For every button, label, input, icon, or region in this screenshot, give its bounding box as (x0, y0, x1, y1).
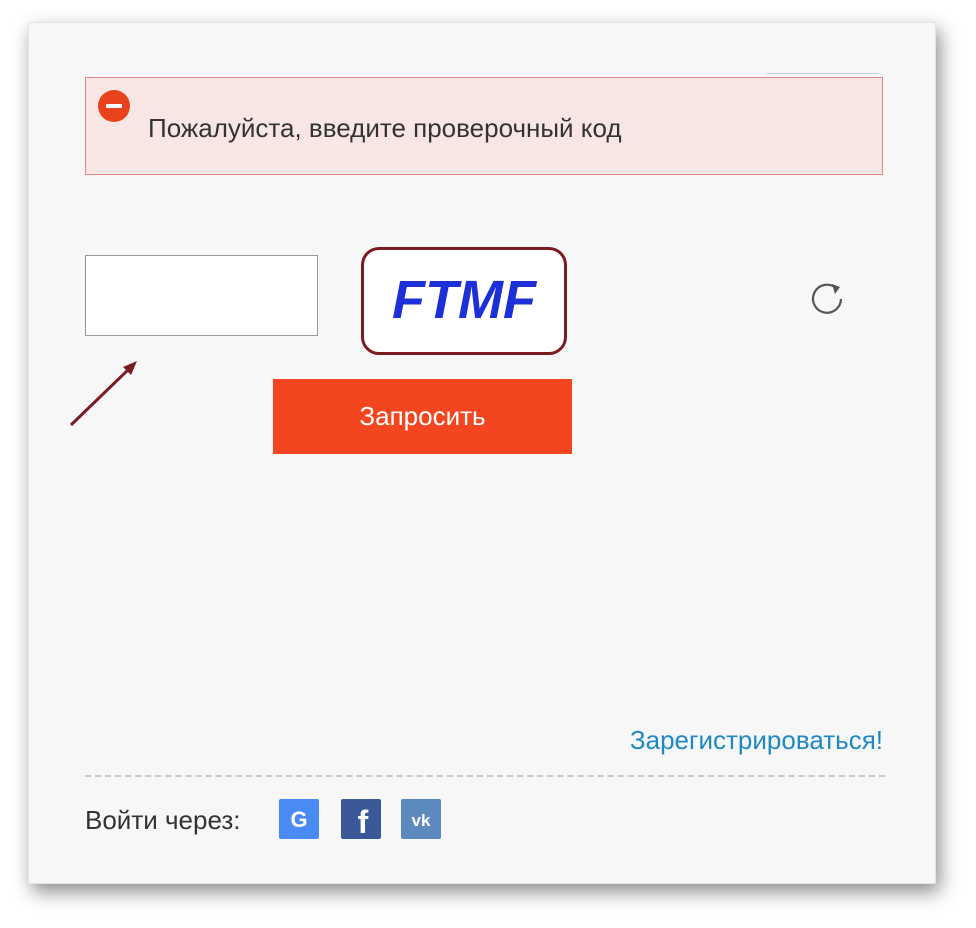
top-divider-line (767, 73, 879, 74)
svg-text:f: f (358, 804, 369, 839)
pointer-arrow-icon (69, 361, 137, 427)
refresh-captcha-icon[interactable] (807, 277, 851, 321)
error-message: Пожалуйста, введите проверочный код (148, 113, 622, 143)
captcha-text: FTMF (392, 270, 538, 330)
register-link[interactable]: Зарегистрироваться! (630, 725, 883, 756)
error-alert: Пожалуйста, введите проверочный код (85, 77, 883, 175)
facebook-login-icon[interactable]: f (341, 799, 381, 839)
captcha-image: FTMF (361, 247, 567, 355)
social-login-label: Войти через: (85, 805, 241, 835)
dashed-divider (85, 775, 885, 777)
google-login-icon[interactable]: G (279, 799, 319, 839)
vk-login-icon[interactable]: vk (401, 799, 441, 839)
error-minus-icon (98, 90, 130, 122)
svg-text:vk: vk (412, 811, 431, 830)
svg-text:G: G (290, 807, 307, 832)
login-card: Пожалуйста, введите проверочный код FTMF… (28, 22, 936, 884)
captcha-input[interactable] (85, 255, 318, 336)
request-button[interactable]: Запросить (273, 379, 572, 454)
